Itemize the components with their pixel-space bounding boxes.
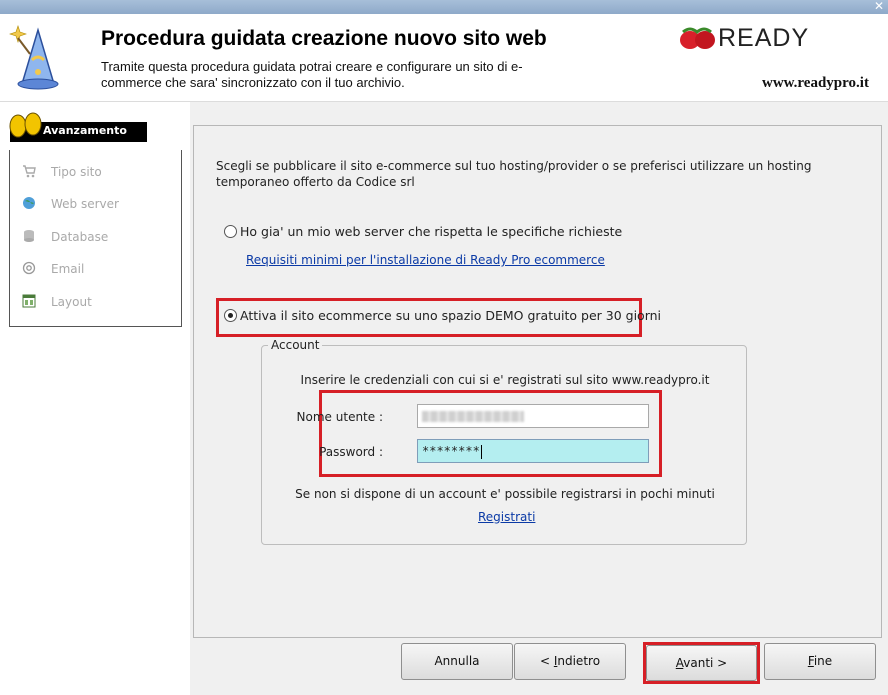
back-button[interactable]: < Indietro — [514, 643, 626, 680]
radio-own-server[interactable] — [224, 225, 237, 238]
radio-demo[interactable] — [224, 309, 237, 322]
cancel-button[interactable]: Annulla — [401, 643, 513, 680]
finish-button[interactable]: Fine — [764, 643, 876, 680]
step-email: Email — [22, 261, 172, 279]
page-subtitle: Tramite questa procedura guidata potrai … — [101, 59, 523, 90]
database-icon — [24, 230, 34, 242]
text-caret — [480, 444, 482, 459]
requirements-link[interactable]: Requisiti minimi per l'installazione di … — [246, 253, 605, 267]
steps-list: Tipo sito Web server Database Email Layo… — [9, 150, 182, 327]
username-redacted — [422, 411, 524, 422]
footprints-icon — [9, 112, 42, 138]
window-titlebar: ✕ — [0, 0, 888, 14]
step-web-server: Web server — [22, 196, 172, 214]
register-info: Se non si dispone di un account e' possi… — [295, 487, 715, 501]
website-url: www.readypro.it — [762, 75, 869, 91]
next-button[interactable]: Avanti > — [646, 645, 757, 681]
account-group: Account Inserire le credenziali con cui … — [261, 338, 747, 545]
wizard-hat-icon — [9, 25, 59, 90]
layout-icon — [22, 294, 36, 308]
page-title: Procedura guidata creazione nuovo sito w… — [101, 27, 547, 50]
close-icon[interactable]: ✕ — [872, 0, 886, 14]
register-link[interactable]: Registrati — [478, 510, 535, 524]
username-input[interactable] — [417, 404, 649, 428]
password-label: Password : — [319, 445, 383, 459]
account-info: Inserire le credenziali con cui si e' re… — [300, 373, 710, 387]
password-input[interactable]: ******** — [417, 439, 649, 463]
wizard-header: Procedura guidata creazione nuovo sito w… — [0, 14, 888, 102]
progress-sidebar: Avanzamento Tipo sito Web server Databas… — [0, 102, 190, 695]
cart-icon — [23, 165, 36, 178]
logo-text: READY — [718, 24, 810, 52]
intro-text: Scegli se pubblicare il sito e-commerce … — [216, 159, 812, 189]
account-group-title: Account — [268, 338, 323, 352]
strawberry-icon — [680, 27, 715, 49]
username-label: Nome utente : — [296, 410, 383, 424]
step-tipo-sito: Tipo sito — [22, 164, 172, 182]
content-panel: Scegli se pubblicare il sito e-commerce … — [193, 125, 882, 638]
ready-logo: READY — [678, 24, 848, 54]
step-layout: Layout — [22, 294, 172, 312]
step-database: Database — [22, 229, 172, 247]
main-area: Scegli se pubblicare il sito e-commerce … — [190, 102, 888, 695]
globe-icon — [23, 197, 35, 209]
at-sign-icon — [22, 261, 36, 275]
